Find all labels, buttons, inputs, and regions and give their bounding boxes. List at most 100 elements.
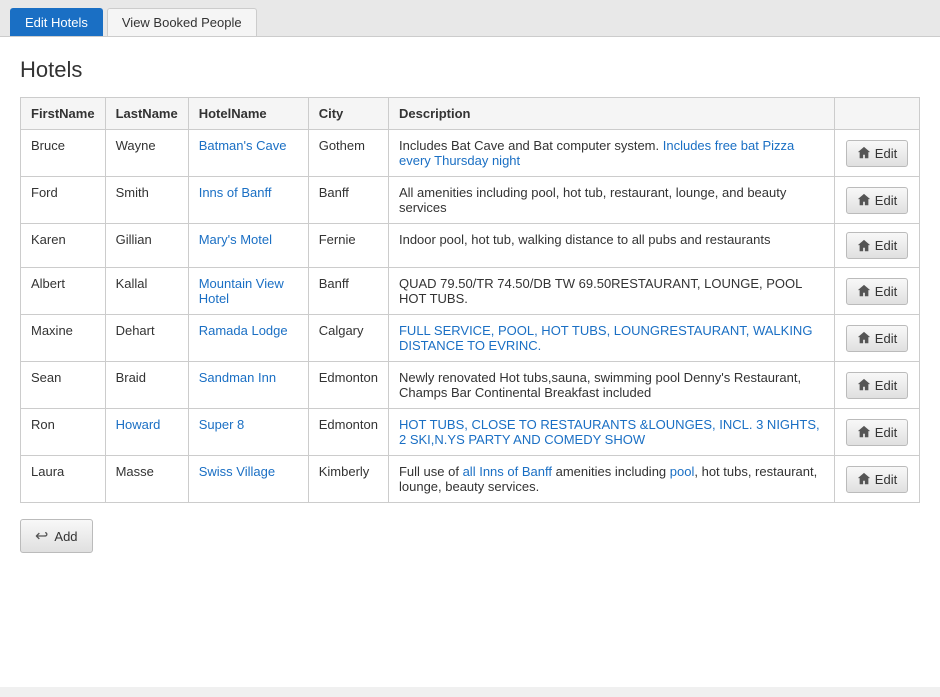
cell-description: QUAD 79.50/TR 74.50/DB TW 69.50RESTAURAN…: [388, 268, 834, 315]
home-icon: [857, 146, 871, 160]
cell-description: Includes Bat Cave and Bat computer syste…: [388, 130, 834, 177]
cell-firstname: Ford: [21, 177, 106, 224]
edit-button[interactable]: Edit: [846, 419, 908, 446]
cell-action: Edit: [835, 268, 920, 315]
cell-action: Edit: [835, 130, 920, 177]
edit-label: Edit: [875, 193, 897, 208]
cell-hotelname[interactable]: Ramada Lodge: [188, 315, 308, 362]
cell-lastname: Masse: [105, 456, 188, 503]
cell-hotelname[interactable]: Swiss Village: [188, 456, 308, 503]
table-row: RonHoward Super 8 EdmontonHOT TUBS, CLOSE …: [21, 409, 920, 456]
page-content: Hotels FirstName LastName HotelName City…: [0, 37, 940, 687]
edit-button[interactable]: Edit: [846, 278, 908, 305]
cell-city: Kimberly: [308, 456, 388, 503]
cell-description: All amenities including pool, hot tub, r…: [388, 177, 834, 224]
table-row: MaxineDehartRamada LodgeCalgaryFULL SERV…: [21, 315, 920, 362]
cell-hotelname[interactable]: Sandman Inn: [188, 362, 308, 409]
edit-button[interactable]: Edit: [846, 232, 908, 259]
edit-button[interactable]: Edit: [846, 187, 908, 214]
cell-action: Edit: [835, 409, 920, 456]
cell-description: Newly renovated Hot tubs,sauna, swimming…: [388, 362, 834, 409]
cell-description: HOT TUBS, CLOSE TO RESTAURANTS &LOUNGES,…: [388, 409, 834, 456]
hotel-link[interactable]: Mary's Motel: [199, 232, 272, 247]
edit-label: Edit: [875, 238, 897, 253]
table-row: KarenGillian Mary's Motel FernieIndoor poo…: [21, 224, 920, 268]
table-row: AlbertKallal Mountain View Hotel BanffQUAD…: [21, 268, 920, 315]
cell-action: Edit: [835, 224, 920, 268]
cell-lastname: Howard: [105, 409, 188, 456]
cell-action: Edit: [835, 315, 920, 362]
cell-hotelname[interactable]: Mountain View Hotel: [188, 268, 308, 315]
home-icon: [857, 239, 871, 253]
cell-hotelname[interactable]: Super 8: [188, 409, 308, 456]
edit-label: Edit: [875, 425, 897, 440]
add-button[interactable]: ↩ Add: [20, 519, 93, 553]
col-header-city: City: [308, 98, 388, 130]
edit-button[interactable]: Edit: [846, 372, 908, 399]
add-icon: ↩: [35, 526, 48, 546]
cell-city: Banff: [308, 177, 388, 224]
home-icon: [857, 193, 871, 207]
cell-city: Calgary: [308, 315, 388, 362]
edit-button[interactable]: Edit: [846, 140, 908, 167]
hotel-link[interactable]: Inns of Banff: [199, 185, 272, 200]
cell-firstname: Sean: [21, 362, 106, 409]
hotel-link[interactable]: Sandman Inn: [199, 370, 276, 385]
cell-city: Gothem: [308, 130, 388, 177]
cell-firstname: Albert: [21, 268, 106, 315]
cell-hotelname[interactable]: Mary's Motel: [188, 224, 308, 268]
cell-city: Fernie: [308, 224, 388, 268]
tab-view-booked[interactable]: View Booked People: [107, 8, 257, 36]
cell-firstname: Bruce: [21, 130, 106, 177]
add-button-label: Add: [54, 529, 77, 544]
col-header-hotelname: HotelName: [188, 98, 308, 130]
table-row: LauraMasse Swiss Village KimberlyFull use …: [21, 456, 920, 503]
col-header-firstname: FirstName: [21, 98, 106, 130]
cell-lastname: Smith: [105, 177, 188, 224]
cell-description: Indoor pool, hot tub, walking distance t…: [388, 224, 834, 268]
hotel-link[interactable]: Swiss Village: [199, 464, 275, 479]
cell-firstname: Karen: [21, 224, 106, 268]
tab-bar: Edit Hotels View Booked People: [0, 0, 940, 37]
edit-button[interactable]: Edit: [846, 325, 908, 352]
col-header-lastname: LastName: [105, 98, 188, 130]
edit-label: Edit: [875, 331, 897, 346]
cell-lastname: Braid: [105, 362, 188, 409]
table-row: BruceWayne Batman's Cave GothemIncludes Ba…: [21, 130, 920, 177]
hotel-link[interactable]: Super 8: [199, 417, 245, 432]
cell-lastname: Wayne: [105, 130, 188, 177]
hotel-link[interactable]: Batman's Cave: [199, 138, 287, 153]
cell-action: Edit: [835, 362, 920, 409]
edit-button[interactable]: Edit: [846, 466, 908, 493]
hotels-table: FirstName LastName HotelName City Descri…: [20, 97, 920, 503]
cell-firstname: Laura: [21, 456, 106, 503]
hotel-link[interactable]: Mountain View Hotel: [199, 276, 284, 306]
cell-lastname: Gillian: [105, 224, 188, 268]
cell-description: FULL SERVICE, POOL, HOT TUBS, LOUNGRESTA…: [388, 315, 834, 362]
edit-label: Edit: [875, 284, 897, 299]
cell-description: Full use of all Inns of Banff amenities …: [388, 456, 834, 503]
hotel-link[interactable]: Ramada Lodge: [199, 323, 288, 338]
edit-label: Edit: [875, 378, 897, 393]
col-header-action: [835, 98, 920, 130]
table-header-row: FirstName LastName HotelName City Descri…: [21, 98, 920, 130]
page-title: Hotels: [20, 57, 920, 83]
tab-edit-hotels[interactable]: Edit Hotels: [10, 8, 103, 36]
home-icon: [857, 425, 871, 439]
table-row: SeanBraid Sandman Inn EdmontonNewly renova…: [21, 362, 920, 409]
cell-hotelname[interactable]: Batman's Cave: [188, 130, 308, 177]
col-header-description: Description: [388, 98, 834, 130]
cell-lastname: Kallal: [105, 268, 188, 315]
home-icon: [857, 284, 871, 298]
cell-action: Edit: [835, 456, 920, 503]
home-icon: [857, 472, 871, 486]
cell-action: Edit: [835, 177, 920, 224]
cell-city: Edmonton: [308, 409, 388, 456]
edit-label: Edit: [875, 472, 897, 487]
cell-city: Banff: [308, 268, 388, 315]
cell-firstname: Ron: [21, 409, 106, 456]
home-icon: [857, 378, 871, 392]
cell-hotelname[interactable]: Inns of Banff: [188, 177, 308, 224]
cell-city: Edmonton: [308, 362, 388, 409]
cell-lastname: Dehart: [105, 315, 188, 362]
